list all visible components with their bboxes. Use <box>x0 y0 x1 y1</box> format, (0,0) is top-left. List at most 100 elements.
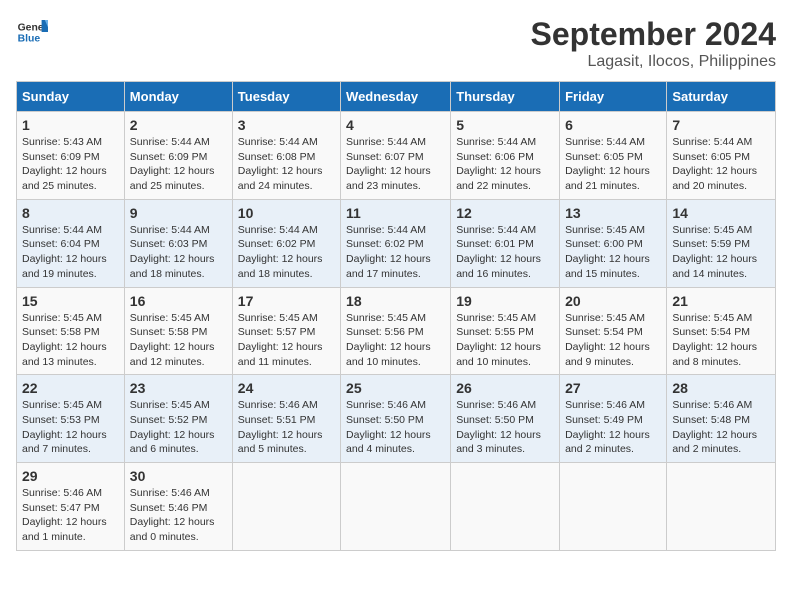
day-info: Sunrise: 5:46 AMSunset: 5:50 PMDaylight:… <box>456 398 554 457</box>
page-subtitle: Lagasit, Ilocos, Philippines <box>531 53 776 71</box>
day-number: 9 <box>130 205 227 221</box>
day-number: 19 <box>456 293 554 309</box>
calendar-cell: 14 Sunrise: 5:45 AMSunset: 5:59 PMDayligh… <box>667 199 776 287</box>
calendar-cell <box>451 463 560 551</box>
day-number: 18 <box>346 293 445 309</box>
calendar-cell: 21 Sunrise: 5:45 AMSunset: 5:54 PMDayligh… <box>667 287 776 375</box>
calendar-cell: 23 Sunrise: 5:45 AMSunset: 5:52 PMDayligh… <box>124 375 232 463</box>
calendar-header-row: SundayMondayTuesdayWednesdayThursdayFrid… <box>17 82 776 112</box>
calendar-week-row: 15Sunrise: 5:45 AMSunset: 5:58 PMDayligh… <box>17 287 776 375</box>
calendar-week-row: 8 Sunrise: 5:44 AMSunset: 6:04 PMDaylight… <box>17 199 776 287</box>
calendar-cell: 27Sunrise: 5:46 AMSunset: 5:49 PMDayligh… <box>560 375 667 463</box>
day-info: Sunrise: 5:46 AMSunset: 5:47 PMDaylight:… <box>22 486 119 545</box>
day-number: 5 <box>456 117 554 133</box>
calendar-cell: 7 Sunrise: 5:44 AMSunset: 6:05 PMDaylight… <box>667 112 776 200</box>
day-info: Sunrise: 5:44 AMSunset: 6:03 PMDaylight:… <box>130 223 227 282</box>
day-info: Sunrise: 5:45 AMSunset: 5:58 PMDaylight:… <box>130 311 227 370</box>
day-info: Sunrise: 5:43 AMSunset: 6:09 PMDaylight:… <box>22 135 119 194</box>
calendar-week-row: 1 Sunrise: 5:43 AMSunset: 6:09 PMDaylight… <box>17 112 776 200</box>
calendar-cell: 28Sunrise: 5:46 AMSunset: 5:48 PMDayligh… <box>667 375 776 463</box>
day-number: 14 <box>672 205 770 221</box>
calendar-cell: 1 Sunrise: 5:43 AMSunset: 6:09 PMDaylight… <box>17 112 125 200</box>
day-number: 29 <box>22 468 119 484</box>
day-info: Sunrise: 5:44 AMSunset: 6:04 PMDaylight:… <box>22 223 119 282</box>
calendar-cell <box>667 463 776 551</box>
header-saturday: Saturday <box>667 82 776 112</box>
calendar-cell: 24 Sunrise: 5:46 AMSunset: 5:51 PMDayligh… <box>232 375 340 463</box>
calendar-cell: 25 Sunrise: 5:46 AMSunset: 5:50 PMDayligh… <box>341 375 451 463</box>
calendar-cell <box>232 463 340 551</box>
calendar-cell: 6 Sunrise: 5:44 AMSunset: 6:05 PMDaylight… <box>560 112 667 200</box>
calendar-cell: 17 Sunrise: 5:45 AMSunset: 5:57 PMDayligh… <box>232 287 340 375</box>
calendar-cell <box>341 463 451 551</box>
calendar-cell: 19Sunrise: 5:45 AMSunset: 5:55 PMDayligh… <box>451 287 560 375</box>
day-info: Sunrise: 5:45 AMSunset: 5:54 PMDaylight:… <box>565 311 661 370</box>
day-number: 10 <box>238 205 335 221</box>
day-info: Sunrise: 5:44 AMSunset: 6:08 PMDaylight:… <box>238 135 335 194</box>
calendar-cell: 30Sunrise: 5:46 AMSunset: 5:46 PMDayligh… <box>124 463 232 551</box>
calendar-cell: 9 Sunrise: 5:44 AMSunset: 6:03 PMDaylight… <box>124 199 232 287</box>
day-info: Sunrise: 5:44 AMSunset: 6:02 PMDaylight:… <box>346 223 445 282</box>
calendar-cell: 2 Sunrise: 5:44 AMSunset: 6:09 PMDaylight… <box>124 112 232 200</box>
calendar-cell: 5 Sunrise: 5:44 AMSunset: 6:06 PMDaylight… <box>451 112 560 200</box>
header-sunday: Sunday <box>17 82 125 112</box>
day-number: 7 <box>672 117 770 133</box>
day-info: Sunrise: 5:45 AMSunset: 5:59 PMDaylight:… <box>672 223 770 282</box>
page-title: September 2024 <box>531 16 776 53</box>
day-number: 30 <box>130 468 227 484</box>
day-number: 12 <box>456 205 554 221</box>
calendar-cell: 8 Sunrise: 5:44 AMSunset: 6:04 PMDaylight… <box>17 199 125 287</box>
day-info: Sunrise: 5:44 AMSunset: 6:05 PMDaylight:… <box>565 135 661 194</box>
day-number: 11 <box>346 205 445 221</box>
calendar-cell: 29 Sunrise: 5:46 AMSunset: 5:47 PMDayligh… <box>17 463 125 551</box>
calendar-cell: 12Sunrise: 5:44 AMSunset: 6:01 PMDayligh… <box>451 199 560 287</box>
calendar-cell: 26 Sunrise: 5:46 AMSunset: 5:50 PMDayligh… <box>451 375 560 463</box>
day-number: 21 <box>672 293 770 309</box>
calendar-cell: 18 Sunrise: 5:45 AMSunset: 5:56 PMDayligh… <box>341 287 451 375</box>
calendar-cell <box>560 463 667 551</box>
day-info: Sunrise: 5:46 AMSunset: 5:48 PMDaylight:… <box>672 398 770 457</box>
day-info: Sunrise: 5:45 AMSunset: 5:52 PMDaylight:… <box>130 398 227 457</box>
calendar-cell: 20 Sunrise: 5:45 AMSunset: 5:54 PMDayligh… <box>560 287 667 375</box>
day-number: 17 <box>238 293 335 309</box>
day-info: Sunrise: 5:46 AMSunset: 5:51 PMDaylight:… <box>238 398 335 457</box>
header-monday: Monday <box>124 82 232 112</box>
day-number: 2 <box>130 117 227 133</box>
day-info: Sunrise: 5:45 AMSunset: 5:54 PMDaylight:… <box>672 311 770 370</box>
calendar-cell: 13Sunrise: 5:45 AMSunset: 6:00 PMDayligh… <box>560 199 667 287</box>
day-number: 4 <box>346 117 445 133</box>
header-friday: Friday <box>560 82 667 112</box>
day-number: 24 <box>238 380 335 396</box>
day-number: 26 <box>456 380 554 396</box>
day-info: Sunrise: 5:45 AMSunset: 5:53 PMDaylight:… <box>22 398 119 457</box>
day-number: 16 <box>130 293 227 309</box>
calendar-table: SundayMondayTuesdayWednesdayThursdayFrid… <box>16 81 776 551</box>
day-number: 13 <box>565 205 661 221</box>
day-info: Sunrise: 5:44 AMSunset: 6:06 PMDaylight:… <box>456 135 554 194</box>
title-area: September 2024 Lagasit, Ilocos, Philippi… <box>531 16 776 71</box>
day-info: Sunrise: 5:44 AMSunset: 6:09 PMDaylight:… <box>130 135 227 194</box>
day-info: Sunrise: 5:45 AMSunset: 5:57 PMDaylight:… <box>238 311 335 370</box>
day-number: 3 <box>238 117 335 133</box>
day-info: Sunrise: 5:45 AMSunset: 5:56 PMDaylight:… <box>346 311 445 370</box>
day-number: 6 <box>565 117 661 133</box>
day-number: 8 <box>22 205 119 221</box>
day-info: Sunrise: 5:46 AMSunset: 5:50 PMDaylight:… <box>346 398 445 457</box>
day-number: 27 <box>565 380 661 396</box>
calendar-cell: 4Sunrise: 5:44 AMSunset: 6:07 PMDaylight… <box>341 112 451 200</box>
calendar-week-row: 22Sunrise: 5:45 AMSunset: 5:53 PMDayligh… <box>17 375 776 463</box>
day-number: 20 <box>565 293 661 309</box>
day-number: 25 <box>346 380 445 396</box>
calendar-cell: 22Sunrise: 5:45 AMSunset: 5:53 PMDayligh… <box>17 375 125 463</box>
day-number: 23 <box>130 380 227 396</box>
calendar-cell: 15Sunrise: 5:45 AMSunset: 5:58 PMDayligh… <box>17 287 125 375</box>
header-thursday: Thursday <box>451 82 560 112</box>
calendar-cell: 11 Sunrise: 5:44 AMSunset: 6:02 PMDayligh… <box>341 199 451 287</box>
day-info: Sunrise: 5:44 AMSunset: 6:05 PMDaylight:… <box>672 135 770 194</box>
calendar-cell: 10Sunrise: 5:44 AMSunset: 6:02 PMDayligh… <box>232 199 340 287</box>
day-number: 1 <box>22 117 119 133</box>
logo-icon: General Blue <box>16 16 48 48</box>
calendar-week-row: 29 Sunrise: 5:46 AMSunset: 5:47 PMDayligh… <box>17 463 776 551</box>
calendar-cell: 3 Sunrise: 5:44 AMSunset: 6:08 PMDaylight… <box>232 112 340 200</box>
logo: General Blue <box>16 16 48 48</box>
